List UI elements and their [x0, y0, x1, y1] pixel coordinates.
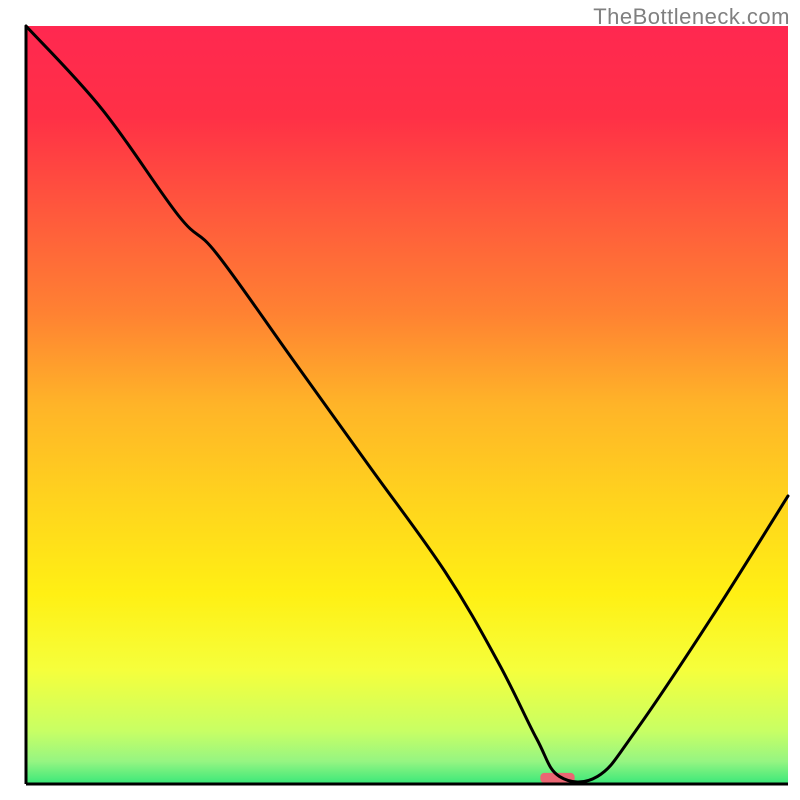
plot-background	[26, 26, 788, 784]
watermark-text: TheBottleneck.com	[593, 4, 790, 30]
bottleneck-chart	[0, 0, 800, 800]
